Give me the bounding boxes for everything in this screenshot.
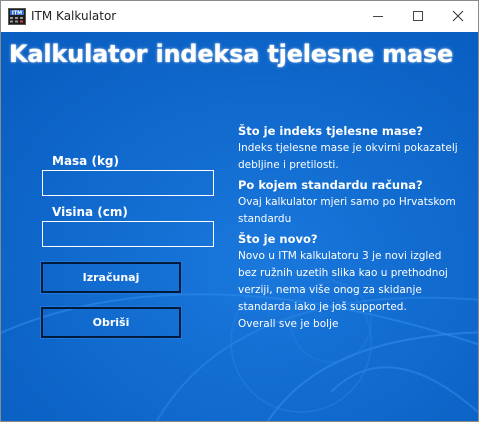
info-panel: Što je indeks tjelesne mase? Indeks tjel… <box>238 123 473 333</box>
close-button[interactable] <box>441 1 475 32</box>
clear-button[interactable]: Obriši <box>40 306 182 339</box>
main-panel: Kalkulator indeksa tjelesne mase Masa (k… <box>1 32 478 421</box>
window-title: ITM Kalkulator <box>31 9 117 23</box>
mass-input[interactable] <box>42 170 214 196</box>
info-answer-line: verziji, nema više onog za skidanje <box>238 284 422 296</box>
maximize-icon <box>413 11 423 21</box>
info-answer-line: Novo u ITM kalkulatoru 3 je novi izgled <box>238 250 442 262</box>
info-answer-2: Ovaj kalkulator mjeri samo po Hrvatskom … <box>238 194 473 228</box>
mass-label: Masa (kg) <box>52 154 119 168</box>
maximize-button[interactable] <box>401 1 435 32</box>
minimize-icon <box>373 16 383 17</box>
itm-app-icon: ITM <box>8 8 26 25</box>
info-question-2: Po kojem standardu računa? <box>238 178 423 192</box>
app-window: ITM ITM Kalkulator Kalkulator indeksa tj… <box>0 0 479 422</box>
title-bar[interactable]: ITM ITM Kalkulator <box>1 1 478 32</box>
minimize-button[interactable] <box>361 1 395 32</box>
info-answer-line: standarda iako je još supported. <box>238 301 407 313</box>
svg-text:ITM: ITM <box>12 11 22 17</box>
info-question-1: Što je indeks tjelesne mase? <box>238 124 423 138</box>
height-label: Visina (cm) <box>52 205 128 219</box>
info-answer-line: debljine i pretilosti. <box>238 159 339 171</box>
info-answer-line: Indeks tjelesne mase je okvirni pokazate… <box>238 142 458 154</box>
calculate-button[interactable]: Izračunaj <box>40 261 182 294</box>
info-answer-line: standardu <box>238 213 292 225</box>
info-answer-1: Indeks tjelesne mase je okvirni pokazate… <box>238 140 473 174</box>
close-icon <box>452 10 464 22</box>
info-answer-line: Overall sve je bolje <box>238 318 339 330</box>
info-answer-3: Novo u ITM kalkulatoru 3 je novi izgled … <box>238 248 473 333</box>
info-answer-line: bez ružnih uzetih slika kao u prethodnoj <box>238 267 448 279</box>
height-input[interactable] <box>42 221 214 247</box>
info-answer-line: Ovaj kalkulator mjeri samo po Hrvatskom <box>238 196 456 208</box>
page-title: Kalkulator indeksa tjelesne mase <box>9 40 454 68</box>
info-question-3: Što je novo? <box>238 232 318 246</box>
